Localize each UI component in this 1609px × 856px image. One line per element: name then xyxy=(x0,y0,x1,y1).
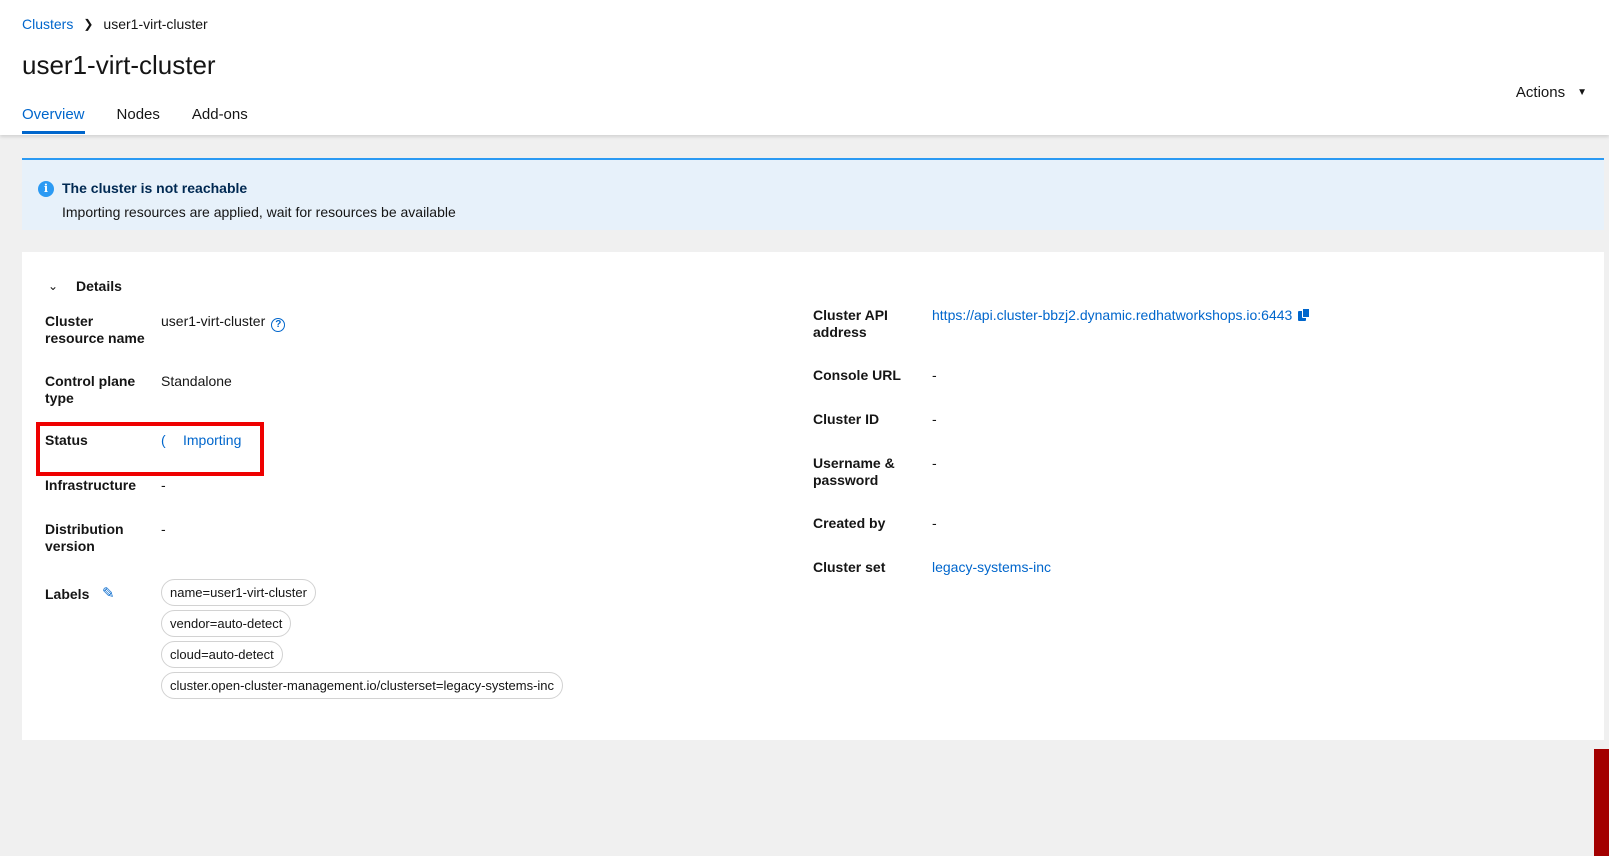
page-title: user1-virt-cluster xyxy=(22,50,216,80)
value-cluster-api-address: https://api.cluster-bbzj2.dynamic.redhat… xyxy=(932,307,1311,324)
term-cluster-api-address: Cluster API address xyxy=(813,307,888,340)
label-chip: cluster.open-cluster-management.io/clust… xyxy=(161,672,564,699)
term-console-url: Console URL xyxy=(813,367,901,383)
term-username-password: Username & password xyxy=(813,455,895,488)
term-cluster-id: Cluster ID xyxy=(813,411,880,427)
details-expander[interactable]: ⌄ Details xyxy=(48,278,122,294)
value-username-password: - xyxy=(932,455,937,471)
breadcrumb-current: user1-virt-cluster xyxy=(103,16,208,32)
details-card: ⌄ Details Cluster resource name user1-vi… xyxy=(22,252,1604,740)
side-feedback-tab[interactable] xyxy=(1594,749,1609,856)
value-cluster-resource-name: user1-virt-cluster? xyxy=(161,313,286,332)
term-created-by: Created by xyxy=(813,515,886,531)
caret-down-icon: ▼ xyxy=(1577,87,1587,98)
status-highlight-box xyxy=(36,422,264,476)
breadcrumb: Clusters ❯ user1-virt-cluster xyxy=(22,16,208,32)
value-control-plane-type: Standalone xyxy=(161,373,232,389)
value-distribution-version: - xyxy=(161,521,166,537)
term-cluster-resource-name: Cluster resource name xyxy=(45,313,145,346)
term-labels: Labels xyxy=(45,586,90,602)
label-chip: vendor=auto-detect xyxy=(161,610,292,637)
value-console-url: - xyxy=(932,367,937,383)
chevron-down-icon: ⌄ xyxy=(48,279,59,293)
value-infrastructure: - xyxy=(161,477,166,493)
alert-description: Importing resources are applied, wait fo… xyxy=(62,204,456,220)
tab-nodes[interactable]: Nodes xyxy=(117,106,160,134)
value-created-by: - xyxy=(932,515,937,531)
term-control-plane-type: Control plane type xyxy=(45,373,136,406)
label-chip: name=user1-virt-cluster xyxy=(161,579,316,606)
copy-icon[interactable] xyxy=(1298,308,1311,322)
value-cluster-id: - xyxy=(932,411,937,427)
info-icon: i xyxy=(38,181,54,197)
term-infrastructure: Infrastructure xyxy=(45,477,137,493)
breadcrumb-clusters-link[interactable]: Clusters xyxy=(22,16,73,32)
cluster-set-link[interactable]: legacy-systems-inc xyxy=(932,559,1051,575)
tab-add-ons[interactable]: Add-ons xyxy=(192,106,248,134)
tab-overview[interactable]: Overview xyxy=(22,106,85,134)
label-chip: cloud=auto-detect xyxy=(161,641,283,668)
actions-label: Actions xyxy=(1515,84,1566,101)
term-cluster-set: Cluster set xyxy=(813,559,886,575)
cluster-resource-name-text: user1-virt-cluster xyxy=(161,313,266,329)
page-header: Clusters ❯ user1-virt-cluster user1-virt… xyxy=(0,0,1609,135)
tab-bar: Overview Nodes Add-ons xyxy=(22,106,280,134)
help-icon[interactable]: ? xyxy=(271,318,286,332)
details-section-label: Details xyxy=(76,278,122,294)
alert-title: The cluster is not reachable xyxy=(62,180,248,196)
pencil-icon[interactable]: ✎ xyxy=(102,584,115,602)
actions-dropdown[interactable]: Actions ▼ xyxy=(1516,84,1587,101)
cluster-api-address-link[interactable]: https://api.cluster-bbzj2.dynamic.redhat… xyxy=(932,307,1292,323)
value-cluster-set: legacy-systems-inc xyxy=(932,559,1051,576)
chevron-right-icon: ❯ xyxy=(83,17,94,31)
cluster-unreachable-alert: i The cluster is not reachable Importing… xyxy=(22,158,1604,230)
term-distribution-version: Distribution version xyxy=(45,521,124,554)
